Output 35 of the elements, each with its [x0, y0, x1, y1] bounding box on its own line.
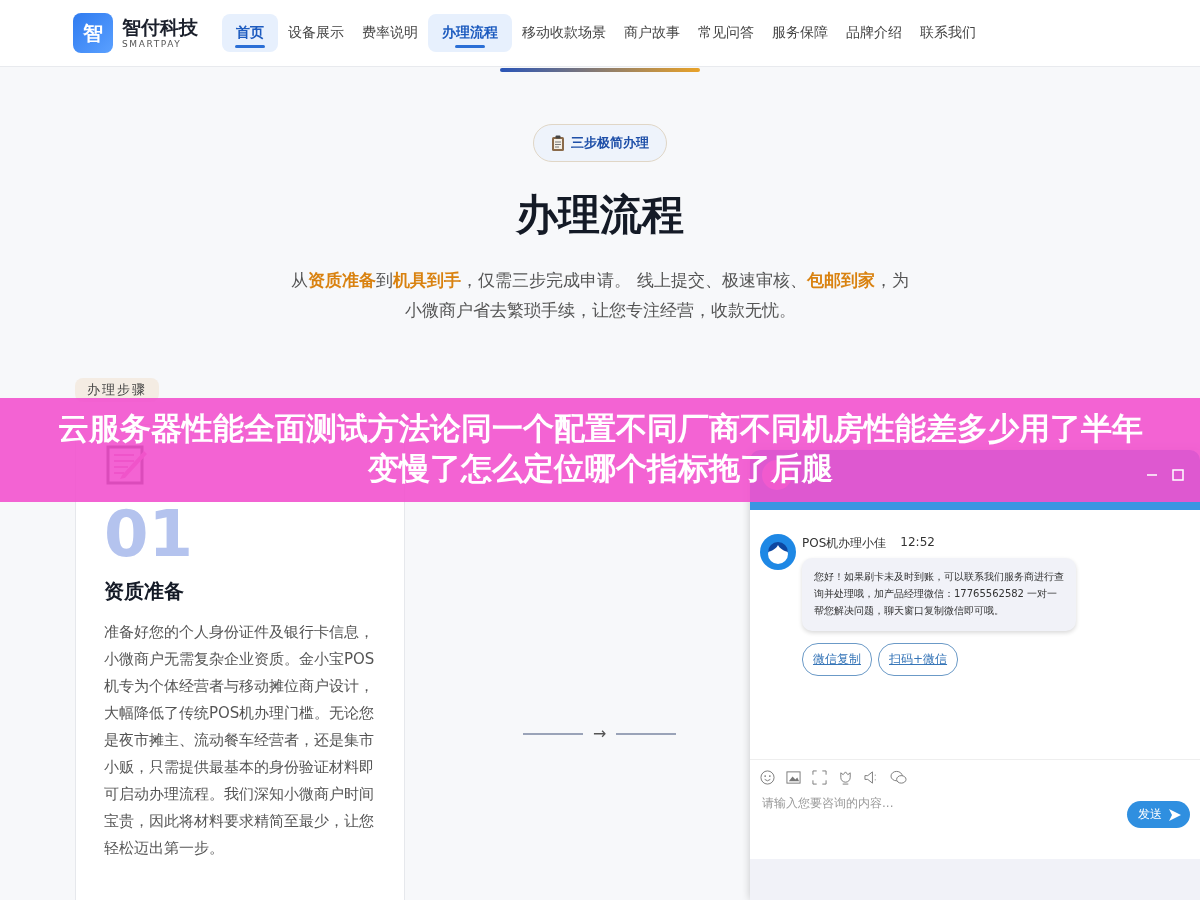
- wechat-icon[interactable]: [890, 770, 907, 785]
- nav-link[interactable]: 移动收款场景: [514, 14, 614, 52]
- nav-link[interactable]: 服务保障: [764, 14, 836, 52]
- message-time: 12:52: [900, 535, 935, 551]
- send-icon: [1168, 807, 1182, 822]
- maximize-icon[interactable]: [1172, 469, 1184, 481]
- screenshot-icon[interactable]: [812, 770, 827, 785]
- badge-label: 三步极简办理: [571, 134, 649, 152]
- nav-link[interactable]: 品牌介绍: [838, 14, 910, 52]
- overlay-banner: 云服务器性能全面测试方法论同一个配置不同厂商不同机房性能差多少用了半年变慢了怎么定位哪个指标拖了后腿: [0, 398, 1200, 502]
- nav-link[interactable]: 联系我们: [912, 14, 984, 52]
- chat-message: 您好！如果刷卡未及时到账，可以联系我们服务商进行查询并处理哦，加产品经理微信：17765562582 一对一帮您解决问题，聊天窗口复制微信即可哦。: [802, 558, 1076, 631]
- flower-icon[interactable]: [838, 770, 853, 785]
- chat-action-button[interactable]: 微信复制: [802, 643, 872, 676]
- agent-avatar-icon: [760, 534, 796, 570]
- step-number: 01: [104, 499, 195, 570]
- speaker-icon[interactable]: [864, 770, 879, 785]
- nav-link[interactable]: 商户故事: [616, 14, 688, 52]
- step-description: 准备好您的个人身份证件及银行卡信息，小微商户无需复杂企业资质。金小宝POS机专为个体经营者与移动摊位商户设计，大幅降低了传统POS机办理门槛。无论您是夜市摊主、流动餐车经营者，还是集市小贩，只需提供最基本的身份验证材料即可启动办理流程。我们深知小微商户时间宝贵，因此将材料要求精简至最少，让您轻松迈出第一步。: [104, 621, 376, 859]
- connector-arrow: →: [593, 724, 607, 744]
- brand-tagline: SMARTPAY: [122, 39, 183, 49]
- nav-link[interactable]: 费率说明: [354, 14, 426, 52]
- page-title: 办理流程: [516, 190, 684, 241]
- chat-action-button[interactable]: 扫码+微信: [878, 643, 959, 676]
- nav-link[interactable]: 办理流程: [428, 14, 512, 52]
- nav-link[interactable]: 常见问答: [690, 14, 762, 52]
- clipboard-icon: [551, 134, 565, 152]
- step-title: 资质准备: [104, 577, 185, 605]
- nav-link[interactable]: 首页: [222, 14, 278, 52]
- brand-name: 智付科技: [122, 17, 198, 37]
- nav-link[interactable]: 设备展示: [280, 14, 352, 52]
- emoji-icon[interactable]: [760, 770, 775, 785]
- image-icon[interactable]: [786, 770, 801, 785]
- intro-paragraph: 从资质准备到机具到手，仅需三步完成申请。 线上提交、极速审核、包邮到家，为小微商户省去繁琐手续，让您专注经营，收款无忧。: [290, 270, 910, 323]
- agent-name: POS机办理小佳: [802, 535, 887, 552]
